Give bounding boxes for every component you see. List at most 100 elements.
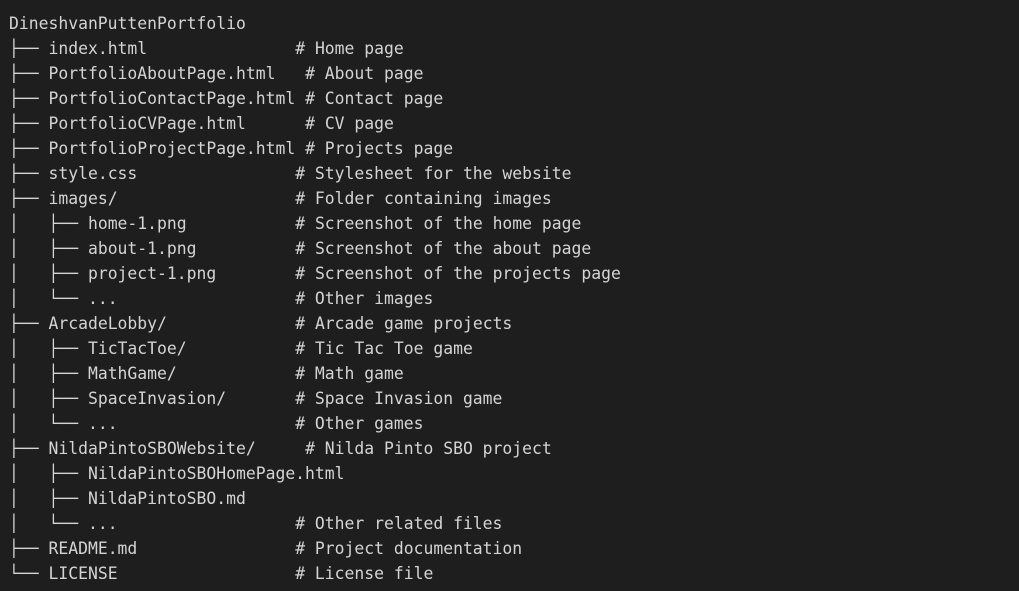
tree-entry-name: home-1.png bbox=[87, 214, 187, 233]
tree-branch-glyphs: ├── bbox=[9, 164, 49, 183]
tree-line: │ ├── home-1.png # Screenshot of the hom… bbox=[9, 211, 1019, 236]
tree-branch-glyphs: ├── bbox=[9, 314, 49, 333]
tree-entry-comment: # Stylesheet for the website bbox=[295, 164, 572, 183]
tree-alignment-padding bbox=[137, 164, 295, 183]
tree-entry-name: README.md bbox=[48, 539, 138, 558]
tree-alignment-padding bbox=[167, 314, 295, 333]
tree-line: ├── PortfolioContactPage.html # Contact … bbox=[9, 86, 1019, 111]
tree-entry-name: PortfolioContactPage.html bbox=[48, 89, 296, 108]
tree-entry-comment: # CV page bbox=[305, 114, 394, 133]
tree-branch-glyphs: ├── bbox=[9, 89, 49, 108]
tree-entry-comment: # About page bbox=[305, 64, 424, 83]
tree-line: ├── PortfolioProjectPage.html # Projects… bbox=[9, 136, 1019, 161]
tree-entry-name: images/ bbox=[48, 189, 118, 208]
tree-line: ├── PortfolioAboutPage.html # About page bbox=[9, 61, 1019, 86]
tree-entry-comment: # Screenshot of the projects page bbox=[295, 264, 621, 283]
tree-alignment-padding bbox=[118, 564, 296, 583]
tree-entry-name: ArcadeLobby/ bbox=[48, 314, 167, 333]
tree-entry-name: ... bbox=[87, 514, 118, 533]
tree-branch-glyphs: │ ├── bbox=[9, 464, 88, 483]
tree-alignment-padding bbox=[187, 339, 296, 358]
tree-entry-comment: # Home page bbox=[295, 39, 404, 58]
tree-entry-comment: # Tic Tac Toe game bbox=[295, 339, 473, 358]
tree-entry-comment: # Project documentation bbox=[295, 539, 523, 558]
tree-alignment-padding bbox=[275, 64, 305, 83]
tree-line: └── LICENSE # License file bbox=[9, 561, 1019, 586]
tree-entry-name: PortfolioAboutPage.html bbox=[48, 64, 276, 83]
tree-branch-glyphs: ├── bbox=[9, 189, 49, 208]
tree-entry-comment: # Space Invasion game bbox=[295, 389, 503, 408]
tree-alignment-padding bbox=[118, 414, 296, 433]
tree-branch-glyphs: ├── bbox=[9, 64, 49, 83]
tree-alignment-padding bbox=[137, 539, 295, 558]
tree-alignment-padding bbox=[295, 139, 305, 158]
tree-entry-name: MathGame/ bbox=[87, 364, 177, 383]
tree-line: ├── images/ # Folder containing images bbox=[9, 186, 1019, 211]
tree-branch-glyphs: ├── bbox=[9, 39, 49, 58]
tree-entry-name: PortfolioCVPage.html bbox=[48, 114, 246, 133]
tree-entry-name: style.css bbox=[48, 164, 138, 183]
tree-branch-glyphs: │ └── bbox=[9, 414, 88, 433]
tree-entry-name: TicTacToe/ bbox=[87, 339, 187, 358]
tree-lines: ├── index.html # Home page ├── PortfolioA… bbox=[9, 36, 1019, 586]
tree-line: │ └── ... # Other images bbox=[9, 286, 1019, 311]
tree-entry-name: index.html bbox=[48, 39, 148, 58]
tree-entry-comment: # License file bbox=[295, 564, 434, 583]
tree-entry-comment: # Nilda Pinto SBO project bbox=[305, 439, 552, 458]
tree-entry-name: PortfolioProjectPage.html bbox=[48, 139, 296, 158]
tree-alignment-padding bbox=[226, 389, 295, 408]
tree-line: ├── index.html # Home page bbox=[9, 36, 1019, 61]
tree-line: ├── NildaPintoSBOWebsite/ # Nilda Pinto … bbox=[9, 436, 1019, 461]
tree-alignment-padding bbox=[118, 289, 296, 308]
tree-entry-name: LICENSE bbox=[48, 564, 118, 583]
tree-branch-glyphs: │ ├── bbox=[9, 239, 88, 258]
tree-branch-glyphs: │ ├── bbox=[9, 489, 88, 508]
tree-line: │ ├── SpaceInvasion/ # Space Invasion ga… bbox=[9, 386, 1019, 411]
tree-branch-glyphs: └── bbox=[9, 564, 49, 583]
tree-line: │ ├── NildaPintoSBOHomePage.html bbox=[9, 461, 1019, 486]
tree-entry-name: about-1.png bbox=[87, 239, 197, 258]
tree-entry-name: NildaPintoSBOWebsite/ bbox=[48, 439, 256, 458]
tree-entry-comment: # Math game bbox=[295, 364, 404, 383]
tree-line: ├── PortfolioCVPage.html # CV page bbox=[9, 111, 1019, 136]
tree-line: │ ├── about-1.png # Screenshot of the ab… bbox=[9, 236, 1019, 261]
tree-entry-comment: # Other games bbox=[295, 414, 424, 433]
tree-entry-comment: # Arcade game projects bbox=[295, 314, 513, 333]
tree-alignment-padding bbox=[147, 39, 295, 58]
tree-entry-comment: # Folder containing images bbox=[295, 189, 552, 208]
tree-alignment-padding bbox=[118, 514, 296, 533]
tree-entry-comment: # Contact page bbox=[305, 89, 444, 108]
tree-entry-name: NildaPintoSBO.md bbox=[87, 489, 246, 508]
tree-entry-comment: # Screenshot of the about page bbox=[295, 239, 592, 258]
tree-branch-glyphs: ├── bbox=[9, 139, 49, 158]
tree-root: DineshvanPuttenPortfolio bbox=[9, 11, 1019, 36]
tree-alignment-padding bbox=[216, 264, 295, 283]
root-folder-name: DineshvanPuttenPortfolio bbox=[9, 14, 246, 33]
tree-alignment-padding bbox=[187, 214, 296, 233]
tree-entry-comment: # Screenshot of the home page bbox=[295, 214, 582, 233]
file-tree-code-block: DineshvanPuttenPortfolio ├── index.html … bbox=[0, 0, 1019, 591]
tree-entry-comment: # Other related files bbox=[295, 514, 503, 533]
tree-alignment-padding bbox=[295, 89, 305, 108]
tree-entry-name: ... bbox=[87, 289, 118, 308]
tree-entry-comment: # Other images bbox=[295, 289, 434, 308]
tree-alignment-padding bbox=[256, 439, 305, 458]
tree-entry-name: project-1.png bbox=[87, 264, 217, 283]
tree-alignment-padding bbox=[177, 364, 295, 383]
tree-line: │ ├── project-1.png # Screenshot of the … bbox=[9, 261, 1019, 286]
tree-branch-glyphs: ├── bbox=[9, 439, 49, 458]
tree-alignment-padding bbox=[197, 239, 296, 258]
tree-branch-glyphs: ├── bbox=[9, 539, 49, 558]
tree-branch-glyphs: │ ├── bbox=[9, 364, 88, 383]
tree-line: ├── style.css # Stylesheet for the websi… bbox=[9, 161, 1019, 186]
tree-branch-glyphs: │ ├── bbox=[9, 214, 88, 233]
tree-line: │ ├── TicTacToe/ # Tic Tac Toe game bbox=[9, 336, 1019, 361]
tree-alignment-padding bbox=[246, 114, 305, 133]
tree-line: ├── ArcadeLobby/ # Arcade game projects bbox=[9, 311, 1019, 336]
tree-line: │ ├── NildaPintoSBO.md bbox=[9, 486, 1019, 511]
tree-alignment-padding bbox=[118, 189, 296, 208]
tree-branch-glyphs: │ └── bbox=[9, 289, 88, 308]
tree-line: ├── README.md # Project documentation bbox=[9, 536, 1019, 561]
tree-entry-name: NildaPintoSBOHomePage.html bbox=[87, 464, 345, 483]
tree-line: │ ├── MathGame/ # Math game bbox=[9, 361, 1019, 386]
